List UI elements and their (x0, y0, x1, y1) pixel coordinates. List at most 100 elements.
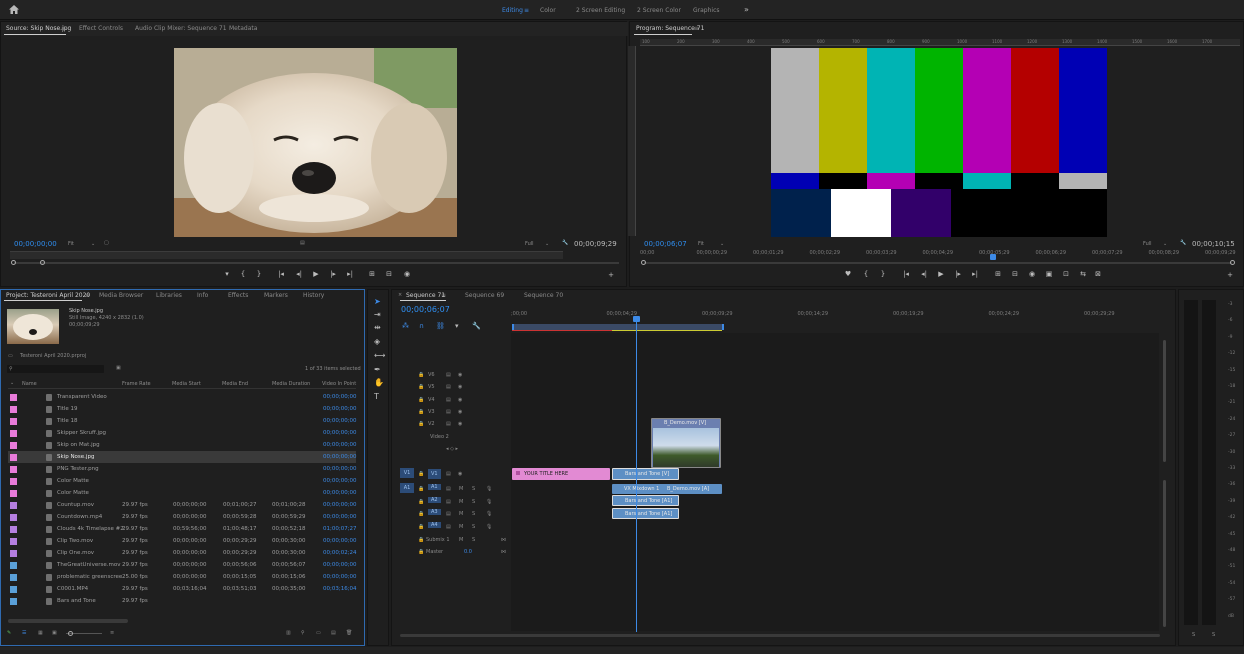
thumbnail-size-handle[interactable] (68, 631, 73, 636)
source-patch-v1[interactable]: V1 (400, 468, 414, 478)
mute-button[interactable]: M (459, 524, 463, 530)
program-quality-select[interactable]: Full (1143, 241, 1152, 247)
source-timecode[interactable]: 00;00;00;00 (14, 240, 57, 248)
tab-metadata[interactable]: Metadata (229, 25, 257, 32)
list-item[interactable]: C0001.MP4 29.97 fps 00;03;16;04 00;03;51;03… (8, 583, 357, 595)
voiceover-mic-icon[interactable]: 🎙 (486, 511, 492, 517)
lock-icon[interactable]: 🔒 (418, 486, 424, 492)
comparison-view-icon[interactable]: ▣ (1044, 270, 1054, 278)
eye-icon[interactable]: ◉ (458, 372, 462, 378)
label-color-swatch[interactable] (10, 454, 17, 461)
solo-button[interactable]: S (472, 524, 475, 530)
source-add-button-icon[interactable]: + (606, 271, 616, 279)
project-tab-menu-icon[interactable]: ≡ (85, 292, 90, 299)
program-step-back-icon[interactable]: ◂| (919, 270, 929, 278)
list-item[interactable]: Color Matte 00;00;00;00 (8, 475, 357, 487)
project-hscroll[interactable] (8, 619, 128, 623)
workspace-menu-icon[interactable]: ≡ (524, 7, 529, 14)
source-settings-square-icon[interactable]: ▢ (104, 240, 109, 246)
clip-bars-video[interactable]: Bars and Tone [V] (612, 468, 679, 480)
col-name[interactable]: Name (22, 381, 37, 387)
list-view-icon[interactable]: ☰ (22, 630, 26, 636)
mark-in-icon[interactable]: { (238, 270, 248, 278)
sync-lock-icon[interactable]: ▤ (446, 486, 451, 492)
track-label[interactable]: V3 (428, 409, 435, 415)
add-marker-icon[interactable]: ▾ (222, 270, 232, 278)
sort-chevron-icon[interactable]: ⌄ (10, 380, 14, 386)
program-step-forward-icon[interactable]: |▸ (953, 270, 963, 278)
track-end-icon[interactable]: ⋈ (501, 549, 506, 555)
label-color-swatch[interactable] (10, 490, 17, 497)
tab-markers[interactable]: Markers (264, 292, 288, 299)
mute-button[interactable]: M (459, 511, 463, 517)
source-scrubber[interactable] (10, 251, 563, 259)
voiceover-mic-icon[interactable]: 🎙 (486, 499, 492, 505)
program-playhead[interactable] (990, 254, 996, 260)
new-bin-icon[interactable]: ▭ (316, 630, 321, 636)
solo-button[interactable]: S (472, 499, 475, 505)
lock-icon[interactable]: 🔒 (418, 537, 424, 543)
mute-button[interactable]: M (459, 537, 463, 543)
list-item[interactable]: Clouds 4k Timelapse #2. 29.97 fps 00;59;56… (8, 523, 357, 535)
tab-sequence-70[interactable]: Sequence 70 (524, 292, 563, 299)
clip-mixdown-audio[interactable]: VX Mixdown 1 B_Demo.mov [A] (612, 484, 722, 494)
source-patch-a1[interactable]: A1 (400, 483, 414, 493)
program-wrench-icon[interactable]: 🔧 (1180, 240, 1186, 246)
label-color-swatch[interactable] (10, 406, 17, 413)
list-item[interactable]: Bars and Tone 29.97 fps (8, 595, 356, 607)
linked-selection-icon[interactable]: ⛓ (436, 322, 445, 330)
timeline-tab-menu-icon[interactable]: ≡ (441, 292, 446, 299)
eye-icon[interactable]: ◉ (458, 471, 462, 477)
master-volume[interactable]: 0.0 (464, 549, 472, 555)
label-color-swatch[interactable] (10, 526, 17, 533)
clip-demo-video[interactable]: B_Demo.mov [V] (651, 418, 721, 468)
program-mark-out-icon[interactable]: } (878, 270, 888, 278)
track-end-icon[interactable]: ⋈ (501, 537, 506, 543)
track-label[interactable]: A2 (428, 496, 441, 503)
list-item[interactable]: Countdown.mp4 29.97 fps 00;00;00;00 00;00;5… (8, 511, 357, 523)
export-frame-icon[interactable]: ◉ (402, 270, 412, 278)
eye-icon[interactable]: ◉ (458, 397, 462, 403)
label-color-swatch[interactable] (10, 394, 17, 401)
source-tab-menu-icon[interactable]: ≡ (61, 25, 66, 32)
workspace-editing[interactable]: Editing (502, 7, 523, 14)
program-zoom-handle-left[interactable] (641, 260, 646, 265)
col-media-end[interactable]: Media End (222, 381, 248, 387)
source-quality-chevron-icon[interactable]: ⌄ (545, 241, 549, 247)
track-label[interactable]: A4 (428, 521, 441, 528)
tab-sequence-71[interactable]: Sequence 71 (406, 292, 445, 299)
tab-history[interactable]: History (303, 292, 324, 299)
sync-lock-icon[interactable]: ▤ (446, 499, 451, 505)
audio-track-scrollbar[interactable] (1163, 480, 1166, 627)
eye-icon[interactable]: ◉ (458, 409, 462, 415)
multicam-icon[interactable]: ⊡ (1061, 270, 1071, 278)
type-tool-icon[interactable]: T (374, 392, 379, 401)
list-item[interactable]: Skip on Mat.jpg 00;00;00;00 (8, 439, 357, 451)
list-item[interactable]: Skipper Skruff.jpg 00;00;00;00 (8, 427, 357, 439)
clear-icon[interactable]: 🗑 (346, 630, 352, 636)
label-color-swatch[interactable] (10, 514, 17, 521)
timeline-settings-icon[interactable]: 🔧 (472, 322, 481, 330)
label-color-swatch[interactable] (10, 598, 17, 605)
razor-tool-icon[interactable]: ◈ (374, 337, 380, 346)
sync-lock-icon[interactable]: ▤ (446, 372, 451, 378)
label-color-swatch[interactable] (10, 550, 17, 557)
label-color-swatch[interactable] (10, 562, 17, 569)
tab-libraries[interactable]: Libraries (156, 292, 182, 299)
lift-icon[interactable]: ⊞ (993, 270, 1003, 278)
new-item-icon[interactable]: ▤ (331, 630, 336, 636)
voiceover-mic-icon[interactable]: 🎙 (486, 486, 492, 492)
track-select-tool-icon[interactable]: ⇥ (374, 310, 381, 319)
list-item[interactable]: Skip Nose.jpg 00;00;00;00 (8, 451, 357, 463)
track-label[interactable]: V1 (428, 469, 441, 479)
timeline-timecode[interactable]: 00;00;06;07 (401, 305, 450, 314)
sync-lock-icon[interactable]: ▤ (446, 409, 451, 415)
source-zoom-select[interactable]: Fit (68, 241, 74, 247)
label-color-swatch[interactable] (10, 442, 17, 449)
program-go-to-in-icon[interactable]: |◂ (901, 270, 911, 278)
list-item[interactable]: Clip Two.mov 29.97 fps 00;00;00;00 00;00;29… (8, 535, 357, 547)
snap-icon[interactable]: ∩ (419, 322, 424, 330)
list-item[interactable]: Title 19 00;00;00;00 (8, 403, 357, 415)
icon-view-icon[interactable]: ▦ (38, 630, 43, 636)
col-frame-rate[interactable]: Frame Rate (122, 381, 151, 387)
